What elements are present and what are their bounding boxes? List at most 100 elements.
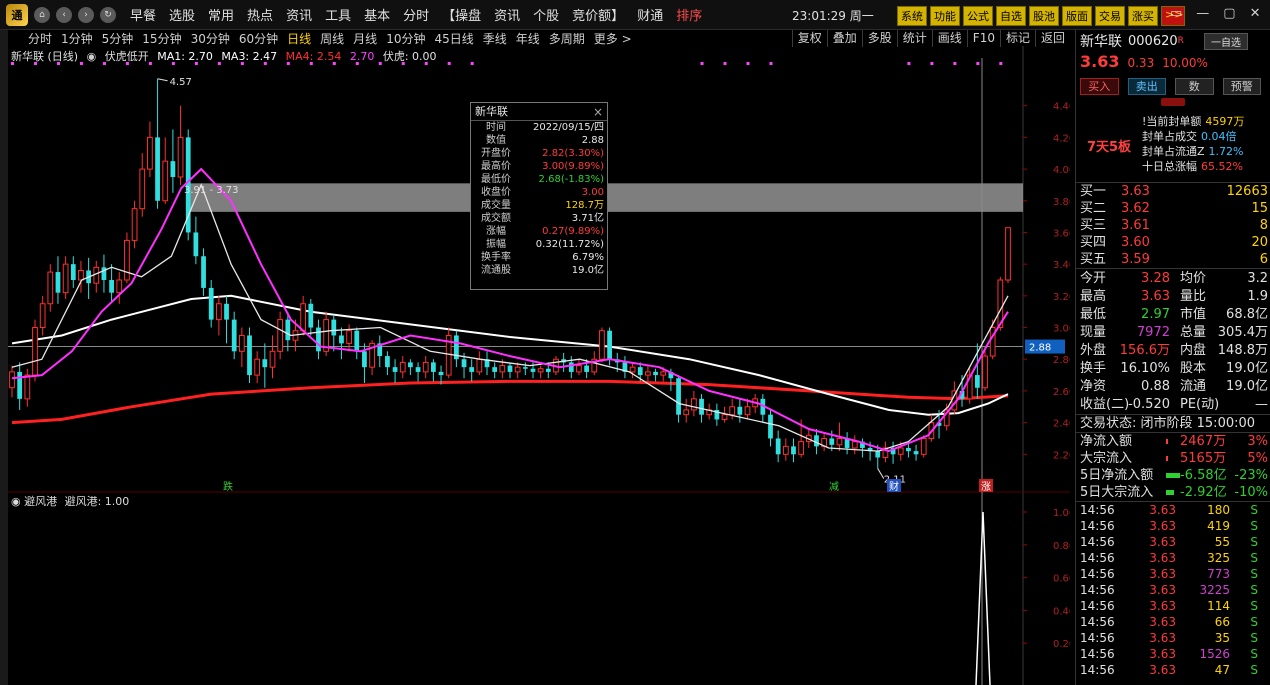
tool-button[interactable]: 涨买 bbox=[1128, 6, 1158, 26]
menu-item[interactable]: 资讯 bbox=[286, 5, 312, 24]
board-key: 封单占成交 bbox=[1142, 130, 1197, 143]
close-icon[interactable]: × bbox=[593, 105, 603, 119]
tooltip-value: 2.88 bbox=[581, 135, 604, 146]
candle-body-up bbox=[683, 409, 690, 416]
candle-body-down bbox=[913, 451, 919, 455]
chart-tool-button[interactable]: 复权 bbox=[791, 30, 827, 47]
period-tab[interactable]: 45日线 bbox=[434, 30, 473, 47]
period-tab[interactable]: 多周期 bbox=[549, 30, 585, 47]
stat-value: 2.97 bbox=[1141, 307, 1170, 322]
tool-button[interactable]: 自选 bbox=[996, 6, 1026, 26]
buy-button[interactable]: 买入 bbox=[1080, 77, 1119, 95]
menu-item[interactable]: 排序 bbox=[676, 5, 702, 24]
chart-tool-button[interactable]: 返回 bbox=[1034, 30, 1070, 47]
menu-item[interactable]: 竞价额】 bbox=[572, 5, 624, 24]
menu-item[interactable]: 选股 bbox=[169, 5, 195, 24]
sub-check-icon[interactable]: ◉ bbox=[11, 495, 21, 508]
legend-check[interactable]: ◉ bbox=[87, 50, 97, 63]
menu-item[interactable]: 资讯 bbox=[494, 5, 520, 24]
number-button[interactable]: 数 bbox=[1175, 77, 1214, 95]
period-tab[interactable]: 1分钟 bbox=[61, 30, 93, 47]
candle-body-up bbox=[599, 330, 605, 360]
candle-body-up bbox=[660, 371, 667, 376]
chart-tool-button[interactable]: 统计 bbox=[896, 30, 932, 47]
trade-row: 14:56 3.63 3225 S bbox=[1076, 582, 1270, 598]
sub-axis-label: 0.20 bbox=[1053, 639, 1070, 650]
period-tab[interactable]: 周线 bbox=[320, 30, 344, 47]
menu-item[interactable]: 财通 bbox=[637, 5, 663, 24]
trade-side: S bbox=[1250, 663, 1258, 677]
collapse-handle[interactable] bbox=[1076, 98, 1270, 108]
trade-side: S bbox=[1250, 599, 1258, 613]
trade-side: S bbox=[1250, 631, 1258, 645]
flow-row: 5日大宗流入 -2.92亿 -10% bbox=[1076, 484, 1270, 501]
tool-buttons: 系统 功能 公式 自选 股池 版面 交易 涨买 >> bbox=[897, 6, 1188, 26]
signal-dot bbox=[930, 62, 934, 65]
flow-bar-fill bbox=[1166, 456, 1168, 461]
stat-row: 最低 2.97 市值 68.8亿 bbox=[1076, 306, 1270, 324]
menu-item[interactable]: 【操盘 bbox=[442, 5, 481, 24]
menu-item[interactable]: 个股 bbox=[533, 5, 559, 24]
period-tab[interactable]: 60分钟 bbox=[239, 30, 278, 47]
period-tab[interactable]: 30分钟 bbox=[191, 30, 230, 47]
period-tab[interactable]: 年线 bbox=[516, 30, 540, 47]
tool-button[interactable]: 公式 bbox=[963, 6, 993, 26]
chart-tool-button[interactable]: 画线 bbox=[931, 30, 967, 47]
tool-button[interactable]: 系统 bbox=[897, 6, 927, 26]
period-tab[interactable]: 更多 > bbox=[594, 30, 632, 47]
candle-body-up bbox=[215, 303, 222, 321]
trade-time: 14:56 bbox=[1080, 567, 1115, 581]
period-tab[interactable]: 5分钟 bbox=[102, 30, 134, 47]
forward-icon[interactable]: › bbox=[78, 6, 94, 23]
tool-button[interactable]: 功能 bbox=[930, 6, 960, 26]
period-tab[interactable]: 15分钟 bbox=[142, 30, 181, 47]
stat-key: 今开 bbox=[1080, 271, 1107, 286]
menu-item[interactable]: 热点 bbox=[247, 5, 273, 24]
orderbook-row[interactable]: 买二 3.62 15 bbox=[1076, 200, 1270, 217]
candle-body-up bbox=[798, 441, 805, 455]
menu-item[interactable]: 早餐 bbox=[130, 5, 156, 24]
alert-button[interactable]: 预警 bbox=[1222, 77, 1261, 95]
board-value: 0.04倍 bbox=[1201, 130, 1237, 143]
period-tab[interactable]: 10分钟 bbox=[386, 30, 425, 47]
period-list: 分时 1分钟 5分钟 15分钟 30分钟 60分钟 日线 周线 月线 10分钟 45日线 季线 年线 多周… bbox=[28, 30, 641, 47]
period-tab[interactable]: 月线 bbox=[353, 30, 377, 47]
menu-item[interactable]: 工具 bbox=[325, 5, 351, 24]
trade-row: 14:56 3.63 35 S bbox=[1076, 630, 1270, 646]
candle-body-down bbox=[17, 371, 23, 399]
menu-item[interactable]: 基本 bbox=[364, 5, 390, 24]
sell-button[interactable]: 卖出 bbox=[1127, 77, 1166, 95]
close-window-icon[interactable]: ✕ bbox=[1250, 6, 1261, 21]
home-icon[interactable]: ⌂ bbox=[34, 6, 50, 23]
candle-body-down bbox=[385, 356, 390, 368]
maximize-icon[interactable]: ▢ bbox=[1223, 6, 1235, 21]
period-tab[interactable]: 分时 bbox=[28, 30, 52, 47]
minimize-icon[interactable]: — bbox=[1196, 6, 1209, 21]
limit-board-info: 7天5板 !当前封单额 4597万 封单占成交 0.04倍 封单占流通Z 1.72% 十日总… bbox=[1076, 108, 1270, 183]
chart-tool-button[interactable]: 标记 bbox=[999, 30, 1035, 47]
menu-item[interactable]: 分时 bbox=[403, 5, 429, 24]
trade-side: S bbox=[1250, 535, 1258, 549]
orderbook-row[interactable]: 买五 3.59 6 bbox=[1076, 251, 1270, 268]
orderbook-row[interactable]: 买四 3.60 20 bbox=[1076, 234, 1270, 251]
refresh-icon[interactable]: ↻ bbox=[100, 6, 116, 23]
tool-button[interactable]: 版面 bbox=[1062, 6, 1092, 26]
tool-button[interactable]: 股池 bbox=[1029, 6, 1059, 26]
flow-bar bbox=[1166, 450, 1180, 467]
period-tab[interactable]: 日线 bbox=[287, 30, 311, 47]
chart-tool-button[interactable]: 叠加 bbox=[826, 30, 862, 47]
restore-icon[interactable]: ▭ bbox=[1170, 6, 1182, 21]
candle-body-down bbox=[469, 367, 475, 372]
self-select-button[interactable]: 一自选 bbox=[1204, 32, 1248, 50]
trade-volume: 114 bbox=[1207, 599, 1230, 613]
menu-item[interactable]: 常用 bbox=[208, 5, 234, 24]
chart-tool-button[interactable]: F10 bbox=[966, 30, 1000, 47]
orderbook-row[interactable]: 买一 3.63 12663 bbox=[1076, 183, 1270, 200]
board-row: 封单占成交 0.04倍 bbox=[1142, 129, 1270, 144]
tool-button[interactable]: 交易 bbox=[1095, 6, 1125, 26]
orderbook-row[interactable]: 买三 3.61 8 bbox=[1076, 217, 1270, 234]
back-icon[interactable]: ‹ bbox=[56, 6, 72, 23]
period-tab[interactable]: 季线 bbox=[483, 30, 507, 47]
chart-tool-button[interactable]: 多股 bbox=[861, 30, 897, 47]
order-book: 买一 3.63 12663 买二 3.62 15 买三 3.61 8 买四 3.60 20 买五 3.59… bbox=[1076, 183, 1270, 269]
